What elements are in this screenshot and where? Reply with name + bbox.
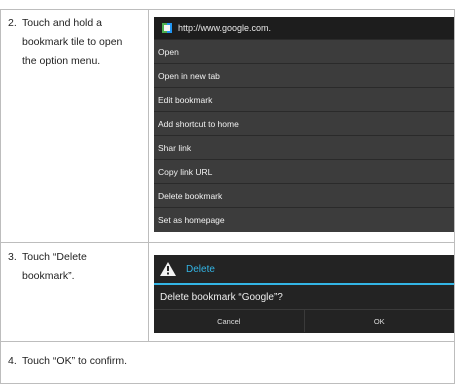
menu-item-edit-bookmark[interactable]: Edit bookmark [154, 87, 454, 111]
dialog-title: Delete [186, 263, 215, 275]
menu-item-share-link[interactable]: Shar link [154, 135, 454, 159]
menu-item-open[interactable]: Open [154, 39, 454, 63]
step-text: Touch “Delete bookmark”. [22, 251, 87, 282]
step-4: 4. Touch “OK” to confirm. [8, 352, 127, 371]
step-text: Touch and hold a bookmark tile to open t… [22, 17, 123, 67]
bookmark-option-menu: http://www.google.com. Open Open in new … [154, 17, 454, 232]
menu-item-set-homepage[interactable]: Set as homepage [154, 207, 454, 231]
cancel-button[interactable]: Cancel [154, 310, 304, 332]
warning-icon [160, 262, 176, 276]
menu-item-add-shortcut[interactable]: Add shortcut to home [154, 111, 454, 135]
menu-item-copy-link[interactable]: Copy link URL [154, 159, 454, 183]
table-border-left [0, 9, 1, 384]
step-number: 4. [8, 355, 17, 367]
menu-item-open-new-tab[interactable]: Open in new tab [154, 63, 454, 87]
step-2: 2. Touch and hold a bookmark tile to ope… [8, 14, 122, 67]
menu-item-delete-bookmark[interactable]: Delete bookmark [154, 183, 454, 207]
instruction-table: 2. Touch and hold a bookmark tile to ope… [0, 0, 455, 384]
dialog-buttons: Cancel OK [154, 309, 454, 332]
delete-dialog: Delete Delete bookmark “Google”? Cancel … [154, 255, 454, 333]
step-text: Touch “OK” to confirm. [22, 355, 128, 367]
table-border-top [0, 9, 455, 10]
dialog-message: Delete bookmark “Google”? [160, 291, 283, 303]
table-divider [0, 341, 455, 342]
step-3: 3. Touch “Delete bookmark”. [8, 248, 87, 282]
step-number: 2. [8, 17, 17, 29]
menu-header: http://www.google.com. [154, 17, 454, 39]
site-favicon-icon [162, 23, 172, 33]
ok-button[interactable]: OK [303, 310, 455, 332]
step-number: 3. [8, 251, 17, 263]
table-divider [0, 242, 455, 243]
dialog-title-bar: Delete [154, 255, 454, 285]
table-column-divider [148, 9, 149, 342]
menu-url: http://www.google.com. [178, 23, 272, 33]
